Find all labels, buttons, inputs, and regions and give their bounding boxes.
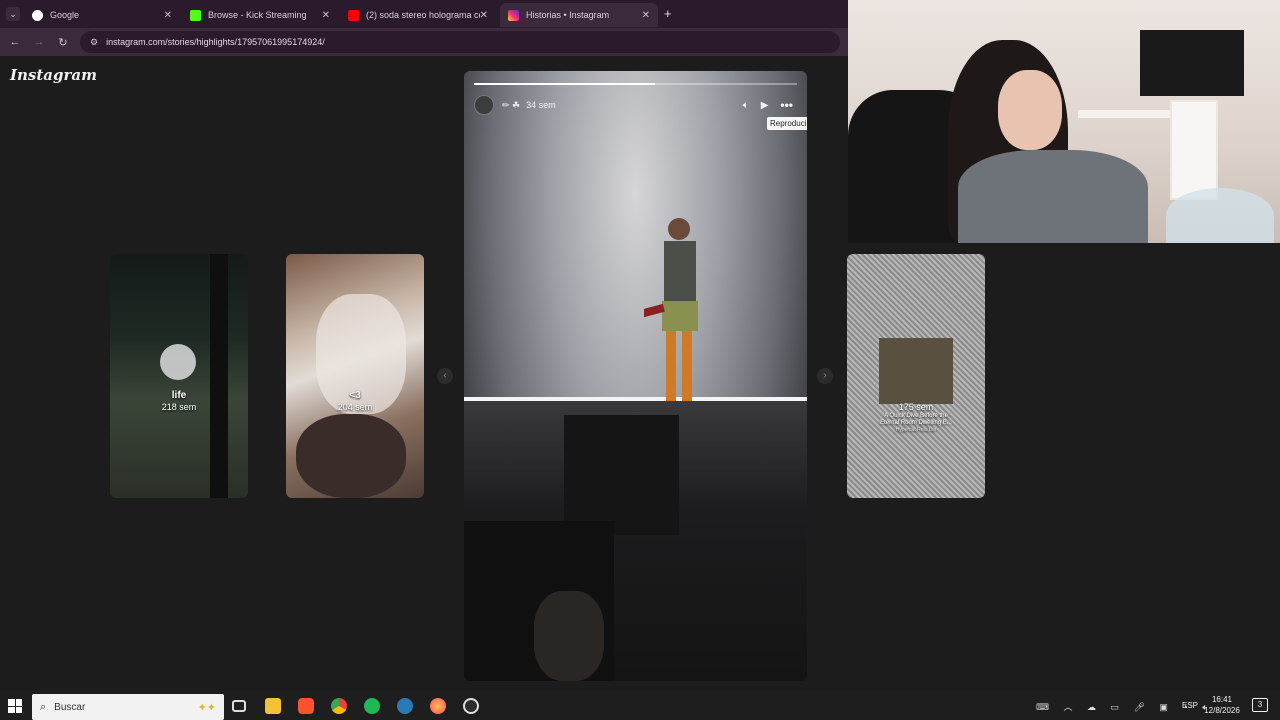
streamer-face — [998, 70, 1062, 150]
fishbowl — [1166, 188, 1274, 243]
sparkle-icon: ✦✦ — [197, 701, 216, 714]
story-progress-bar — [474, 83, 797, 85]
task-view-icon[interactable] — [232, 700, 246, 712]
play-icon[interactable]: ▶ — [761, 100, 769, 111]
previous-story-button[interactable]: ‹ — [437, 368, 453, 384]
search-icon: ⌕ — [40, 700, 47, 713]
spotify-icon[interactable] — [364, 698, 380, 714]
taskbar-search-input[interactable]: ⌕ Buscar ✦✦ — [32, 694, 224, 720]
brave-browser-icon[interactable] — [298, 698, 314, 714]
highlight-age: 218 sem — [161, 402, 197, 412]
cabinet — [1170, 100, 1218, 200]
reload-icon[interactable]: ↻ — [51, 36, 75, 49]
app-icon[interactable] — [397, 698, 413, 714]
close-tab-icon[interactable]: ✕ — [322, 10, 330, 21]
book-cover — [879, 338, 953, 404]
tab-title: Browse - Kick Streaming — [208, 10, 307, 20]
story-time: 34 sem — [526, 100, 556, 110]
stage-light-strip — [464, 397, 807, 401]
mute-icon[interactable]: 🔈︎ — [743, 100, 749, 111]
close-tab-icon[interactable]: ✕ — [164, 10, 172, 21]
street-lamp-glow — [160, 344, 196, 380]
story-header: ✏ ☘ 34 sem 🔈︎ ▶ ••• — [474, 95, 797, 115]
close-tab-icon[interactable]: ✕ — [480, 10, 488, 21]
webcam-overlay — [848, 0, 1280, 243]
highlight-name: <3 — [349, 390, 361, 401]
streamer-sweater — [958, 150, 1148, 243]
story-viewer[interactable]: ✏ ☘ 34 sem 🔈︎ ▶ ••• Reproducir — [464, 71, 807, 681]
highlight-caption: Hypercat Relo Lilit — [895, 427, 937, 433]
highlight-name: A Quick Dive Before the — [884, 413, 948, 419]
highlight-thumbnail-book[interactable]: 175 sem A Quick Dive Before the Eternal … — [847, 254, 985, 498]
new-tab-button[interactable]: + — [664, 6, 672, 21]
firefox-icon[interactable] — [430, 698, 446, 714]
hand-silhouette — [534, 591, 604, 681]
sticker-icon: ✏ ☘ — [502, 99, 521, 110]
stage-speaker — [564, 415, 679, 535]
wall-tv — [1140, 30, 1244, 96]
highlight-age: 175 sem — [898, 402, 934, 412]
highlight-name: life — [171, 390, 187, 401]
clock-time: 16:41 — [1211, 695, 1233, 704]
search-placeholder: Buscar — [54, 701, 86, 713]
language-indicator[interactable]: ESP — [1182, 701, 1198, 710]
highlight-thumbnail-heart[interactable]: <3 204 sem — [286, 254, 424, 498]
file-explorer-icon[interactable] — [265, 698, 281, 714]
highlight-subtitle: Eternal Room Dwelling E... — [880, 420, 952, 426]
notification-count: 3 — [1257, 700, 1263, 709]
tab-list-button[interactable]: ⌄ — [6, 7, 20, 21]
clock-date: 12/8/2026 — [1204, 706, 1240, 715]
google-favicon-icon — [32, 9, 43, 21]
highlight-age: 204 sem — [337, 402, 373, 412]
highlight-thumbnail-life[interactable]: life 218 sem — [110, 254, 248, 498]
address-bar[interactable]: ⚙ instagram.com/stories/highlights/17957… — [80, 31, 840, 53]
obs-icon[interactable] — [463, 698, 479, 714]
tab-google[interactable]: Google ✕ — [24, 3, 180, 27]
youtube-favicon-icon — [348, 9, 359, 21]
site-info-icon[interactable]: ⚙ — [90, 37, 98, 48]
close-tab-icon[interactable]: ✕ — [642, 10, 650, 21]
forward-icon[interactable]: → — [27, 36, 51, 48]
tab-kick[interactable]: Browse - Kick Streaming ✕ — [182, 3, 338, 27]
notifications-icon[interactable]: 3 — [1252, 698, 1268, 712]
more-options-icon[interactable]: ••• — [780, 98, 793, 112]
tab-title: Historias • Instagram — [526, 10, 610, 20]
tab-youtube[interactable]: (2) soda stereo holograma cer ✕ — [340, 3, 496, 27]
tree-silhouette — [210, 254, 228, 498]
browser-tab-strip: ⌄ Google ✕ Browse - Kick Streaming ✕ (2)… — [0, 0, 848, 28]
instagram-logo[interactable]: Instagram — [10, 66, 97, 84]
next-story-button[interactable]: › — [817, 368, 833, 384]
clock[interactable]: 16:41 12/8/2026 — [1200, 694, 1244, 716]
story-progress-fill — [474, 83, 655, 85]
start-button-icon[interactable] — [8, 699, 22, 713]
performer-figure — [644, 218, 698, 401]
back-icon[interactable]: ← — [3, 36, 27, 48]
tab-title: Google — [50, 10, 80, 20]
instagram-favicon-icon — [508, 9, 519, 21]
avatar[interactable] — [474, 95, 494, 115]
tab-title: (2) soda stereo holograma cer — [366, 10, 480, 20]
person-heads — [296, 414, 406, 498]
url-text: instagram.com/stories/highlights/1795706… — [106, 37, 325, 47]
chrome-icon[interactable] — [331, 698, 347, 714]
play-tooltip: Reproducir — [767, 117, 807, 130]
tab-instagram[interactable]: Historias • Instagram ✕ — [500, 3, 658, 27]
kick-favicon-icon — [190, 9, 201, 21]
